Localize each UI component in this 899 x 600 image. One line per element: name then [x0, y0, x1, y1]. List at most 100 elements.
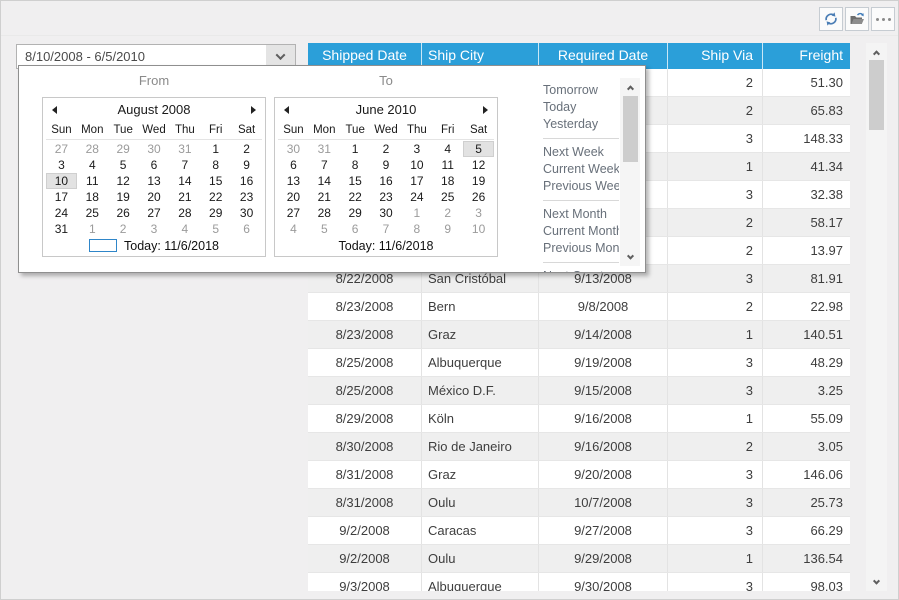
calendar-day[interactable]: 31	[46, 221, 77, 237]
calendar-day[interactable]: 2	[371, 141, 402, 157]
calendar-day[interactable]: 16	[231, 173, 262, 189]
calendar-day[interactable]: 28	[77, 141, 108, 157]
calendar-day[interactable]: 7	[309, 157, 340, 173]
table-row[interactable]: 8/23/2008Graz9/14/20081140.51	[308, 321, 850, 349]
calendar-day[interactable]: 22	[200, 189, 231, 205]
calendar-day[interactable]: 4	[77, 157, 108, 173]
calendar-day[interactable]: 1	[401, 205, 432, 221]
calendar-day[interactable]: 17	[46, 189, 77, 205]
calendar-day[interactable]: 27	[139, 205, 170, 221]
scroll-up-button[interactable]	[620, 79, 640, 95]
calendar-day[interactable]: 1	[200, 141, 231, 157]
calendar-day[interactable]: 2	[231, 141, 262, 157]
today-link[interactable]: Today: 11/6/2018	[275, 237, 497, 256]
calendar-day[interactable]: 6	[231, 221, 262, 237]
calendar-day[interactable]: 8	[200, 157, 231, 173]
grid-scrollbar[interactable]	[866, 43, 887, 591]
calendar-day[interactable]: 16	[371, 173, 402, 189]
calendar-day[interactable]: 20	[139, 189, 170, 205]
calendar-day[interactable]: 31	[169, 141, 200, 157]
refresh-button[interactable]	[819, 7, 843, 31]
calendar-day[interactable]: 13	[278, 173, 309, 189]
calendar-day[interactable]: 6	[139, 157, 170, 173]
calendar-day[interactable]: 31	[309, 141, 340, 157]
calendar-day[interactable]: 25	[77, 205, 108, 221]
calendar-day[interactable]: 24	[401, 189, 432, 205]
grid-scrollbar-thumb[interactable]	[869, 60, 884, 130]
more-options-button[interactable]	[871, 7, 895, 31]
calendar-day[interactable]: 27	[46, 141, 77, 157]
quick-option-yesterday[interactable]: Yesterday	[543, 116, 619, 133]
calendar-day[interactable]: 18	[77, 189, 108, 205]
calendar-day[interactable]: 25	[432, 189, 463, 205]
calendar-day[interactable]: 21	[309, 189, 340, 205]
calendar-day[interactable]: 30	[139, 141, 170, 157]
calendar-day[interactable]: 12	[463, 157, 494, 173]
calendar-day[interactable]: 28	[169, 205, 200, 221]
quick-options-scrollbar[interactable]	[620, 78, 640, 266]
table-row[interactable]: 9/3/2008Albuquerque9/30/2008398.03	[308, 573, 850, 591]
quick-option-previous-week[interactable]: Previous Week	[543, 178, 619, 195]
calendar-day[interactable]: 5	[108, 157, 139, 173]
quick-option-next-week[interactable]: Next Week	[543, 144, 619, 161]
today-link[interactable]: Today: 11/6/2018	[43, 237, 265, 256]
calendar-day[interactable]: 23	[231, 189, 262, 205]
table-row[interactable]: 8/23/2008Bern9/8/2008222.98	[308, 293, 850, 321]
calendar-day[interactable]: 22	[340, 189, 371, 205]
calendar-day[interactable]: 28	[309, 205, 340, 221]
calendar-day[interactable]: 27	[278, 205, 309, 221]
quick-option-previous-month[interactable]: Previous Month	[543, 240, 619, 257]
calendar-day[interactable]: 2	[432, 205, 463, 221]
calendar-day[interactable]: 4	[432, 141, 463, 157]
next-month-icon[interactable]	[483, 106, 488, 114]
calendar-day[interactable]: 3	[463, 205, 494, 221]
open-button[interactable]	[845, 7, 869, 31]
scroll-up-button[interactable]	[866, 44, 887, 60]
calendar-day[interactable]: 26	[463, 189, 494, 205]
calendar-day[interactable]: 24	[46, 205, 77, 221]
calendar-day[interactable]: 4	[278, 221, 309, 237]
calendar-day[interactable]: 1	[340, 141, 371, 157]
calendar-day[interactable]: 5	[200, 221, 231, 237]
previous-month-icon[interactable]	[52, 106, 57, 114]
calendar-day[interactable]: 9	[371, 157, 402, 173]
table-row[interactable]: 9/2/2008Caracas9/27/2008366.29	[308, 517, 850, 545]
quick-option-tomorrow[interactable]: Tomorrow	[543, 82, 619, 99]
column-header-freight[interactable]: Freight	[763, 43, 850, 69]
scroll-down-button[interactable]	[866, 574, 887, 590]
calendar-day[interactable]: 14	[309, 173, 340, 189]
calendar-day[interactable]: 8	[401, 221, 432, 237]
calendar-day[interactable]: 6	[340, 221, 371, 237]
quick-option-today[interactable]: Today	[543, 99, 619, 116]
quick-options-scrollbar-thumb[interactable]	[623, 96, 638, 162]
calendar-day-selected[interactable]: 5	[463, 141, 494, 157]
calendar-day[interactable]: 19	[108, 189, 139, 205]
table-row[interactable]: 8/29/2008Köln9/16/2008155.09	[308, 405, 850, 433]
table-row[interactable]: 9/2/2008Oulu9/29/20081136.54	[308, 545, 850, 573]
calendar-title[interactable]: August 2008	[43, 98, 265, 122]
calendar-day[interactable]: 30	[371, 205, 402, 221]
quick-option-current-month[interactable]: Current Month	[543, 223, 619, 240]
calendar-day[interactable]: 9	[432, 221, 463, 237]
calendar-day[interactable]: 19	[463, 173, 494, 189]
calendar-day[interactable]: 15	[340, 173, 371, 189]
calendar-day[interactable]: 2	[108, 221, 139, 237]
quick-option-next-month[interactable]: Next Month	[543, 206, 619, 223]
calendar-day[interactable]: 10	[463, 221, 494, 237]
calendar-day[interactable]: 11	[77, 173, 108, 189]
next-month-icon[interactable]	[251, 106, 256, 114]
previous-month-icon[interactable]	[284, 106, 289, 114]
calendar-day[interactable]: 23	[371, 189, 402, 205]
calendar-day[interactable]: 7	[169, 157, 200, 173]
calendar-day[interactable]: 30	[231, 205, 262, 221]
calendar-day[interactable]: 29	[340, 205, 371, 221]
calendar-day[interactable]: 3	[401, 141, 432, 157]
calendar-day[interactable]: 6	[278, 157, 309, 173]
quick-option-current-week[interactable]: Current Week	[543, 161, 619, 178]
calendar-day[interactable]: 5	[309, 221, 340, 237]
calendar-day[interactable]: 21	[169, 189, 200, 205]
calendar-day-selected[interactable]: 10	[46, 173, 77, 189]
calendar-title[interactable]: June 2010	[275, 98, 497, 122]
calendar-day[interactable]: 15	[200, 173, 231, 189]
calendar-day[interactable]: 3	[46, 157, 77, 173]
